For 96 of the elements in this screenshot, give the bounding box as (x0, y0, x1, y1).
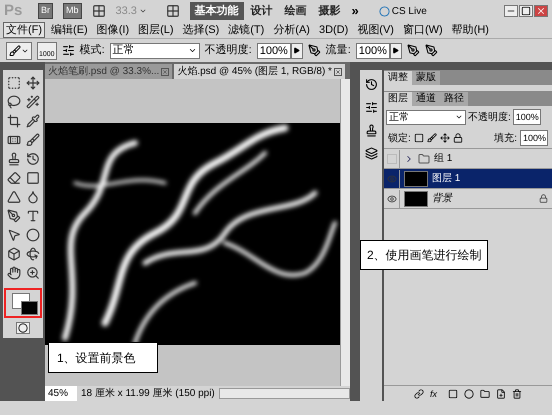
menu-item[interactable]: 视图(V) (354, 22, 397, 38)
menu-item[interactable]: 帮助(H) (448, 22, 492, 38)
menu-item[interactable]: 文件(F) (3, 22, 46, 38)
opacity-label: 不透明度: (468, 110, 511, 124)
play-icon (293, 47, 300, 54)
lock-pixels-icon[interactable] (414, 133, 424, 143)
panel-tab[interactable]: 路径 (440, 92, 468, 106)
lock-label: 锁定: (388, 132, 411, 146)
link-icon[interactable] (414, 388, 424, 398)
lasso-icon[interactable] (4, 93, 22, 111)
quick-mask-icon[interactable] (16, 322, 30, 334)
opacity-field[interactable]: 100% (256, 42, 291, 58)
brush-icon (9, 44, 21, 56)
crop-icon[interactable] (4, 112, 22, 130)
more-button[interactable]: » (348, 1, 363, 21)
lock-position-icon[interactable] (440, 133, 450, 143)
workspace-button[interactable]: 摄影 (314, 2, 346, 20)
folder-icon (418, 152, 430, 164)
new-layer-icon[interactable] (496, 388, 506, 398)
callout-box: 1、设置前景色 (48, 342, 158, 373)
move-icon[interactable] (24, 74, 42, 92)
document-info: 18 厘米 x 11.99 厘米 (150 ppi) (81, 386, 215, 401)
play-icon (392, 47, 400, 54)
fx-icon[interactable]: fx (430, 388, 442, 398)
trash-icon[interactable] (512, 388, 522, 398)
sliders-icon[interactable] (364, 101, 378, 114)
arrow-button[interactable] (290, 42, 303, 58)
mode-label: 模式: (80, 43, 105, 58)
flow-label: 流量: (326, 42, 351, 58)
workspace-button[interactable]: 设计 (246, 2, 278, 20)
hidden-toggle[interactable] (386, 154, 396, 164)
layer-name: 背景 (432, 192, 452, 206)
app-logo: Ps (4, 0, 24, 21)
minimize-icon[interactable] (504, 5, 518, 17)
bridge-button[interactable]: Br (38, 3, 53, 19)
vertical-scrollbar[interactable] (340, 79, 350, 386)
tool-preset-button[interactable] (6, 42, 32, 60)
panel-tab[interactable]: 蒙版 (412, 71, 440, 85)
ring-icon (378, 6, 390, 16)
history-icon[interactable] (364, 78, 378, 91)
workspace-button[interactable]: 基本功能 (190, 2, 244, 20)
fill-label: 填充: (494, 132, 517, 146)
fill-field[interactable]: 100% (520, 130, 548, 146)
menu-item[interactable]: 分析(A) (270, 22, 313, 38)
menu-item[interactable]: 图像(I) (94, 22, 132, 38)
opacity-field[interactable]: 100% (512, 109, 541, 125)
panel-tab[interactable]: 调整 (384, 71, 412, 85)
pen-icon[interactable] (4, 207, 22, 225)
panel-tab[interactable]: 通道 (412, 92, 440, 106)
blend-mode-select[interactable]: 正常 (386, 110, 466, 124)
brush-icon[interactable] (24, 131, 42, 149)
zoom-field[interactable]: 45% (45, 386, 77, 401)
layer-row[interactable]: 图层 1 (384, 169, 552, 189)
document-tab[interactable]: 火焰笔刷.psd @ 33.3%... (45, 64, 172, 79)
cs-live-button[interactable]: CS Live (378, 4, 427, 18)
maximize-icon[interactable] (519, 5, 533, 17)
caret-icon (138, 7, 147, 15)
mini-bridge-button[interactable]: Mb (63, 3, 82, 19)
lock-all-icon[interactable] (452, 133, 463, 143)
hand-icon[interactable] (4, 264, 22, 282)
folder-icon[interactable] (480, 388, 490, 398)
horizontal-scrollbar[interactable] (218, 388, 350, 399)
adjustment-icon[interactable] (464, 388, 474, 398)
flow-field[interactable]: 100% (356, 42, 390, 58)
close-icon[interactable] (334, 68, 342, 76)
arrow-button[interactable] (390, 42, 402, 58)
eye-icon[interactable] (386, 194, 396, 204)
layer-thumbnail (404, 170, 428, 186)
menu-item[interactable]: 编辑(E) (48, 22, 91, 38)
opacity-label: 不透明度: (204, 42, 252, 58)
layer-name: 图层 1 (432, 172, 460, 186)
menu-item[interactable]: 滤镜(T) (225, 22, 268, 38)
layers-icon[interactable] (364, 147, 378, 160)
panel-tab[interactable]: 图层 (384, 92, 412, 106)
layer-name: 组 1 (434, 152, 452, 166)
layer-thumbnail (404, 190, 428, 206)
brush-panel-icon[interactable] (62, 44, 75, 57)
magic-wand-icon[interactable] (24, 93, 42, 111)
caret-icon (455, 113, 463, 121)
rotate-icon[interactable] (24, 245, 42, 263)
menu-item[interactable]: 选择(S) (180, 22, 222, 38)
workspace-button[interactable]: 绘画 (280, 2, 312, 20)
lock-brush-icon[interactable] (426, 133, 437, 143)
eraser-icon[interactable] (4, 169, 22, 187)
caret-icon (188, 46, 197, 55)
ellipse-icon[interactable] (24, 226, 42, 244)
menu-item[interactable]: 窗口(W) (400, 22, 446, 38)
layer-row[interactable]: 背景 (384, 189, 552, 209)
color-swatches[interactable] (4, 288, 42, 318)
menu-item[interactable]: 3D(D) (316, 22, 352, 38)
stamp-icon[interactable] (364, 124, 378, 137)
mode-select[interactable]: 正常 (110, 42, 200, 58)
callout-box: 2、使用画笔进行绘制 (360, 240, 488, 270)
document-tab[interactable]: 火焰.psd @ 45% (图层 1, RGB/8) * (174, 64, 345, 79)
mask-icon[interactable] (448, 388, 458, 398)
menu-item[interactable]: 图层(L) (135, 22, 177, 38)
